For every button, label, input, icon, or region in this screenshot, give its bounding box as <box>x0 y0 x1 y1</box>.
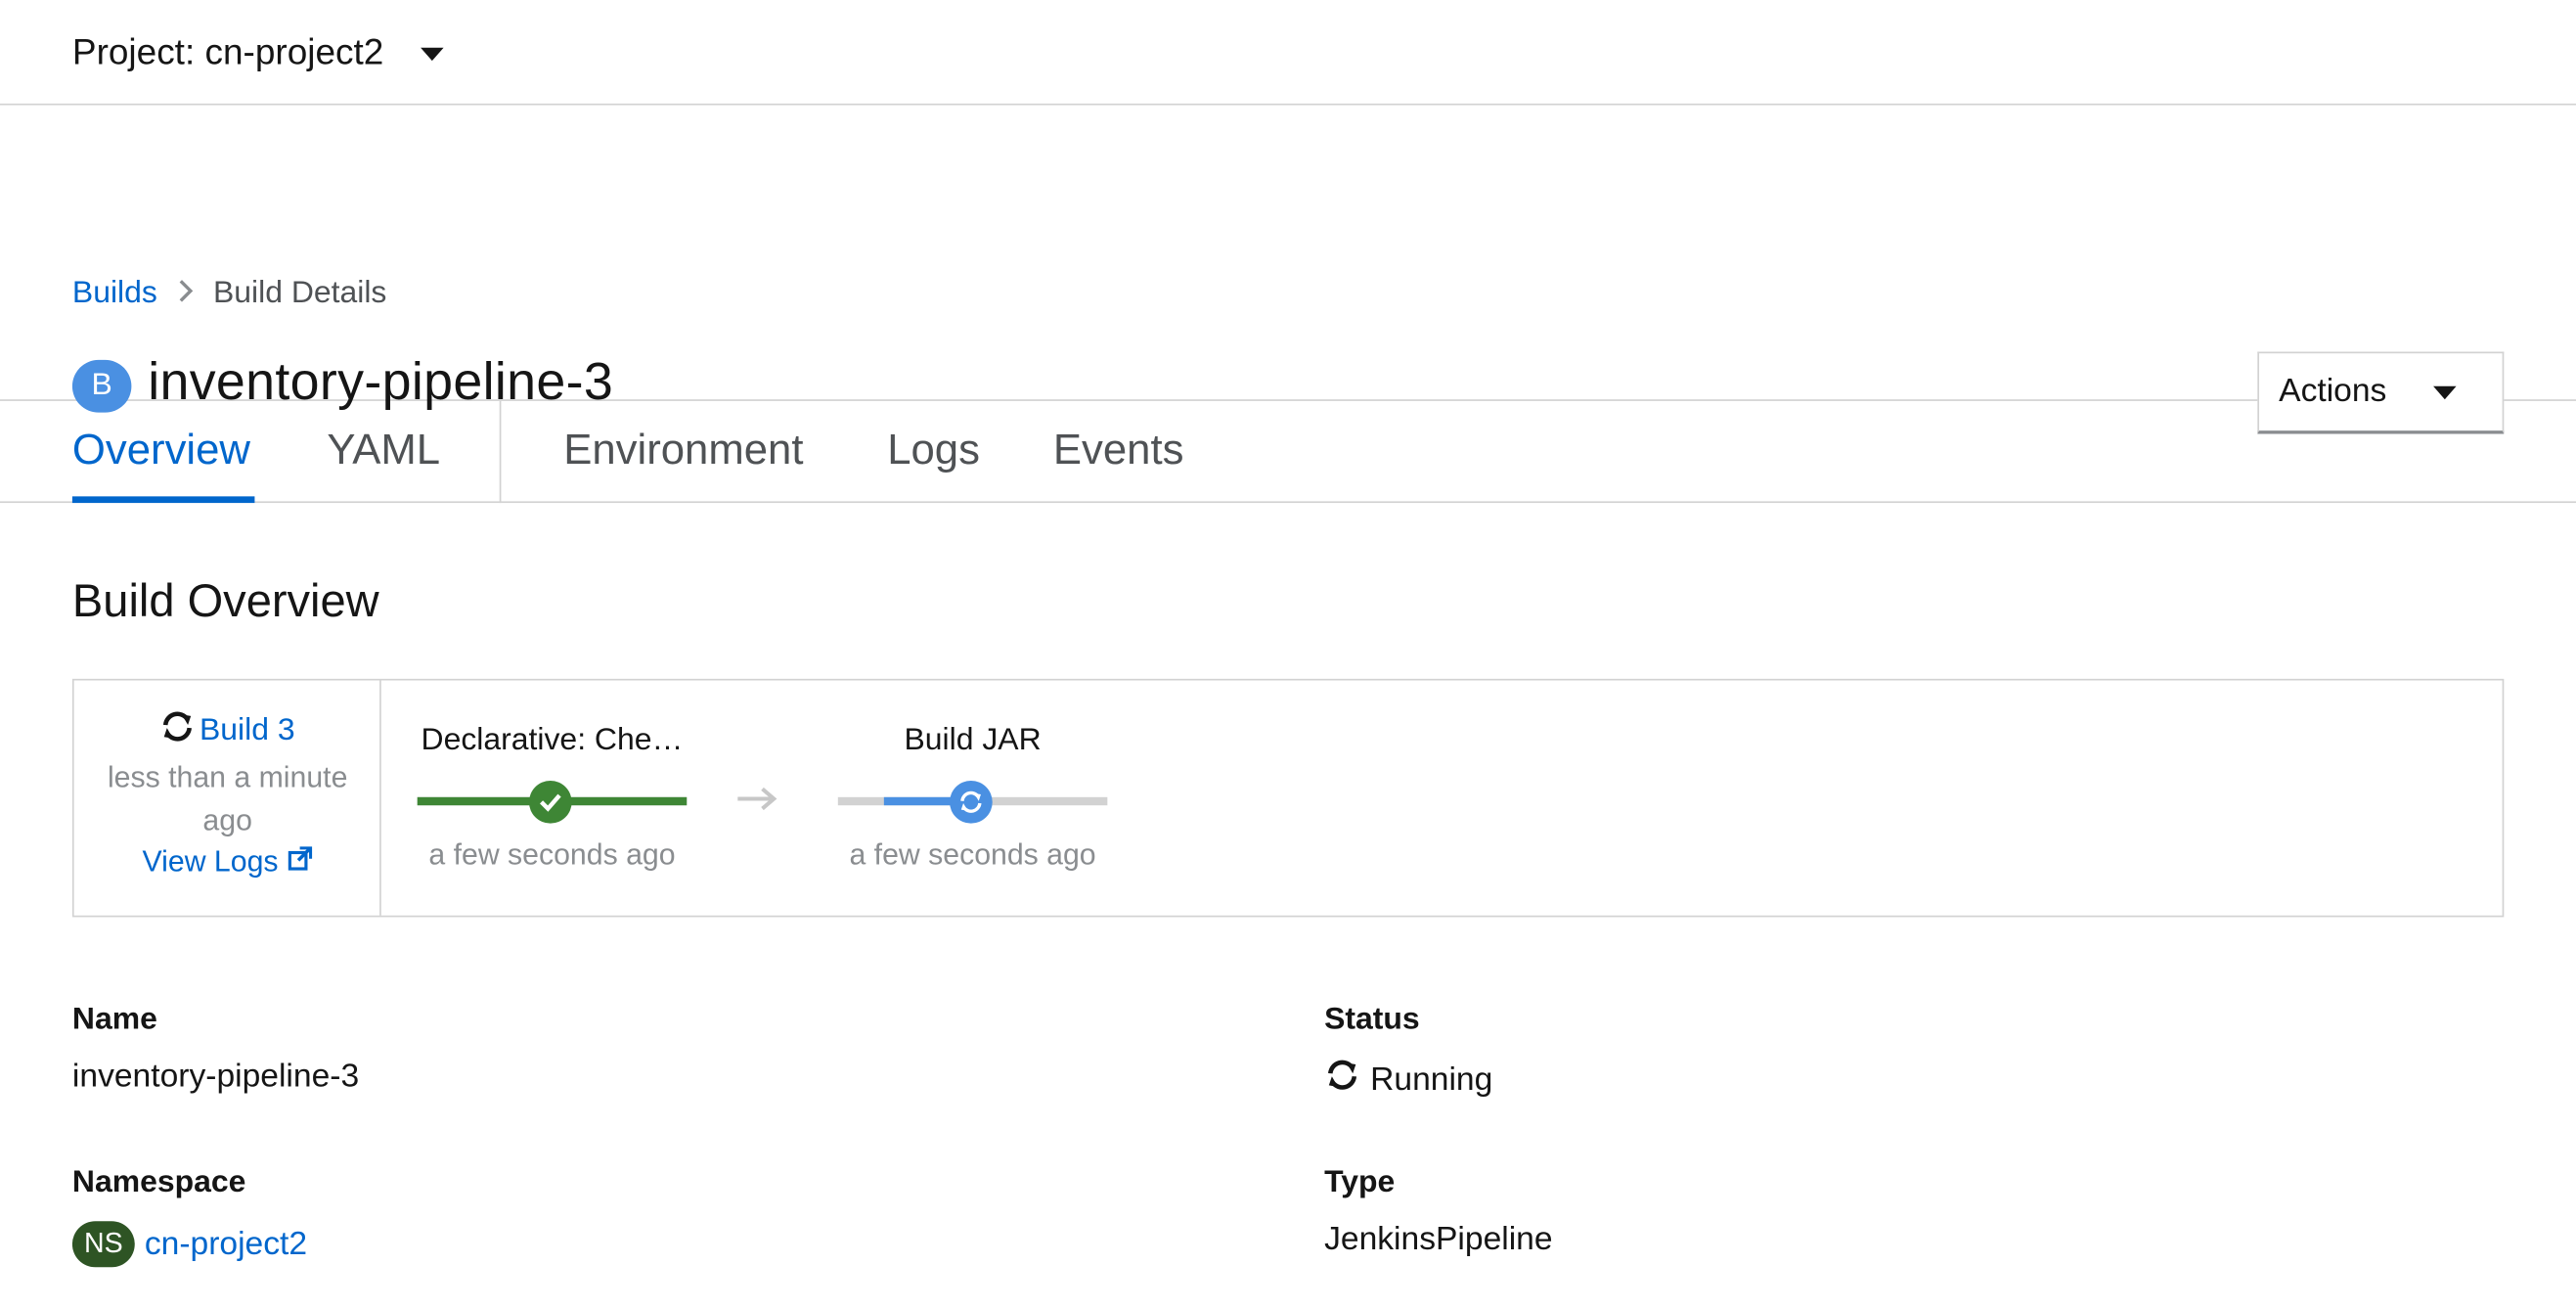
detail-name: Name inventory-pipeline-3 <box>72 1003 359 1097</box>
build-timestamp: less than a minute ago <box>107 760 348 837</box>
chevron-down-icon <box>2432 384 2456 399</box>
view-logs-link[interactable]: View Logs <box>74 845 381 880</box>
pipeline-visualization: Build 3 less than a minute ago View Logs… <box>71 678 2505 918</box>
namespace-badge: NS <box>71 1221 135 1268</box>
detail-label: Name <box>71 1002 157 1038</box>
project-selector[interactable]: Project: cn-project2 <box>0 0 2576 106</box>
build-link[interactable]: Build 3 <box>200 713 295 749</box>
detail-value: JenkinsPipeline <box>1324 1221 1553 1258</box>
pipeline-stage: Declarative: Che… a few seconds ago <box>417 681 688 916</box>
tab-divider <box>499 400 502 504</box>
stage-time: a few seconds ago <box>428 837 676 872</box>
detail-value: inventory-pipeline-3 <box>71 1058 360 1095</box>
sync-icon <box>950 781 993 824</box>
sync-icon <box>1324 1059 1360 1102</box>
tab-yaml[interactable]: YAML <box>327 424 440 474</box>
section-title: Build Overview <box>71 575 379 627</box>
detail-label: Namespace <box>71 1165 246 1200</box>
pipeline-stage: Build JAR a few seconds ago <box>837 681 1108 916</box>
view-logs-label: View Logs <box>142 844 279 879</box>
tab-bar: Overview YAML Environment Logs Events <box>0 400 2576 504</box>
detail-label: Status <box>1324 1002 1420 1038</box>
tab-environment[interactable]: Environment <box>563 424 803 474</box>
build-link-row[interactable]: Build 3 <box>74 710 381 753</box>
sync-icon <box>160 710 197 753</box>
chevron-right-icon <box>177 279 194 310</box>
check-icon <box>528 781 572 824</box>
breadcrumb: Builds Build Details <box>72 276 386 312</box>
tab-logs[interactable]: Logs <box>887 424 980 474</box>
detail-value: NS cn-project2 <box>71 1221 307 1268</box>
detail-status: Status Running <box>1324 1003 1492 1102</box>
tab-events[interactable]: Events <box>1053 424 1184 474</box>
stage-name: Declarative: Che… <box>421 723 684 758</box>
tab-overview[interactable]: Overview <box>72 424 250 474</box>
breadcrumb-builds-link[interactable]: Builds <box>72 276 157 312</box>
breadcrumb-current: Build Details <box>212 276 387 311</box>
detail-value: Running <box>1324 1059 1492 1102</box>
chevron-down-icon[interactable] <box>420 46 443 61</box>
detail-namespace: Namespace NS cn-project2 <box>71 1165 307 1268</box>
build-summary: Build 3 less than a minute ago View Logs <box>74 680 381 916</box>
arrow-right-icon <box>736 786 779 820</box>
stage-name: Build JAR <box>904 723 1042 758</box>
active-tab-indicator <box>71 496 255 504</box>
project-label[interactable]: Project: cn-project2 <box>72 30 383 73</box>
stage-time: a few seconds ago <box>849 837 1096 872</box>
detail-label: Type <box>1324 1165 1396 1200</box>
external-link-icon <box>279 845 313 880</box>
namespace-link[interactable]: cn-project2 <box>145 1225 307 1263</box>
status-text: Running <box>1370 1061 1493 1098</box>
page-header: Builds Build Details B inventory-pipelin… <box>0 106 2576 434</box>
detail-type: Type JenkinsPipeline <box>1324 1165 1552 1259</box>
